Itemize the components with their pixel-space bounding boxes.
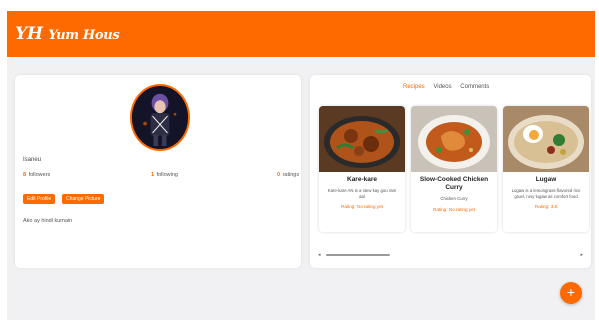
followers-count: 8 [23,172,27,178]
site-logo[interactable]: YH Yum Hous [15,24,120,44]
ratings-count: 0 [277,172,281,178]
recipe-rating: Rating: No rating yet [433,206,475,212]
profile-bio: Ako ay hindi kumain [23,218,73,224]
tab-comments[interactable]: Comments [460,84,489,90]
content-card: Recipes Videos Comments Kare-kare Kare-k… [310,75,591,268]
username: Isaneu [23,157,42,163]
recipe-rating: Rating: No rating yet [341,204,383,209]
recipe-title: Slow-Cooked Chicken Curry [419,176,489,191]
caret-left-icon[interactable]: ◂ [318,252,321,258]
following-label: following [156,172,178,178]
logo-initials: YH [15,24,43,44]
ratings-stat: 0 ratings [277,172,299,178]
avatar [130,84,190,151]
recipes-scrollbar[interactable]: ◂ ▸ [318,252,583,258]
ratings-label: ratings [282,172,300,178]
profile-card: Isaneu 8 followers 1 following 0 ratings… [15,75,301,268]
recipe-image [503,106,589,172]
change-picture-button[interactable]: Change Picture [62,194,105,204]
followers-label: followers [28,172,51,178]
recipe-card[interactable]: Slow-Cooked Chicken Curry Chicken Curry … [411,106,497,232]
app-window: YH Yum Hous Isaneu 8 followers 1 followi… [7,11,595,320]
following-stat[interactable]: 1 following [151,172,178,178]
add-recipe-button[interactable]: + [560,282,582,304]
recipe-description: Kare-kare AN is a stew kay gou ram aal [327,188,397,199]
scroll-thumb[interactable] [326,254,390,256]
recipe-description: Chicken Curry [440,196,468,201]
tab-recipes[interactable]: Recipes [403,84,425,90]
tab-videos[interactable]: Videos [433,84,451,90]
content-tabs: Recipes Videos Comments [403,84,496,90]
recipe-image [411,106,497,172]
recipe-image [319,106,405,172]
recipe-card[interactable]: Lugaw Lugaw is a lemongrass-flavored ric… [503,106,589,232]
recipe-title: Lugaw [535,176,557,183]
caret-right-icon[interactable]: ▸ [580,252,583,258]
header-bar: YH Yum Hous [7,11,595,57]
followers-stat[interactable]: 8 followers [23,172,50,178]
edit-profile-button[interactable]: Edit Profile [23,194,56,204]
recipe-rating: Rating: 3.8 [534,204,558,209]
logo-text: Yum Hous [48,28,120,43]
recipe-card[interactable]: Kare-kare Kare-kare AN is a stew kay gou… [319,106,405,232]
plus-icon: + [566,284,576,300]
recipe-title: Kare-kare [347,176,377,183]
recipe-description: Lugaw is a lemongrass-flavored rice grue… [511,188,581,199]
following-count: 1 [151,172,155,178]
avatar-image [132,86,188,149]
